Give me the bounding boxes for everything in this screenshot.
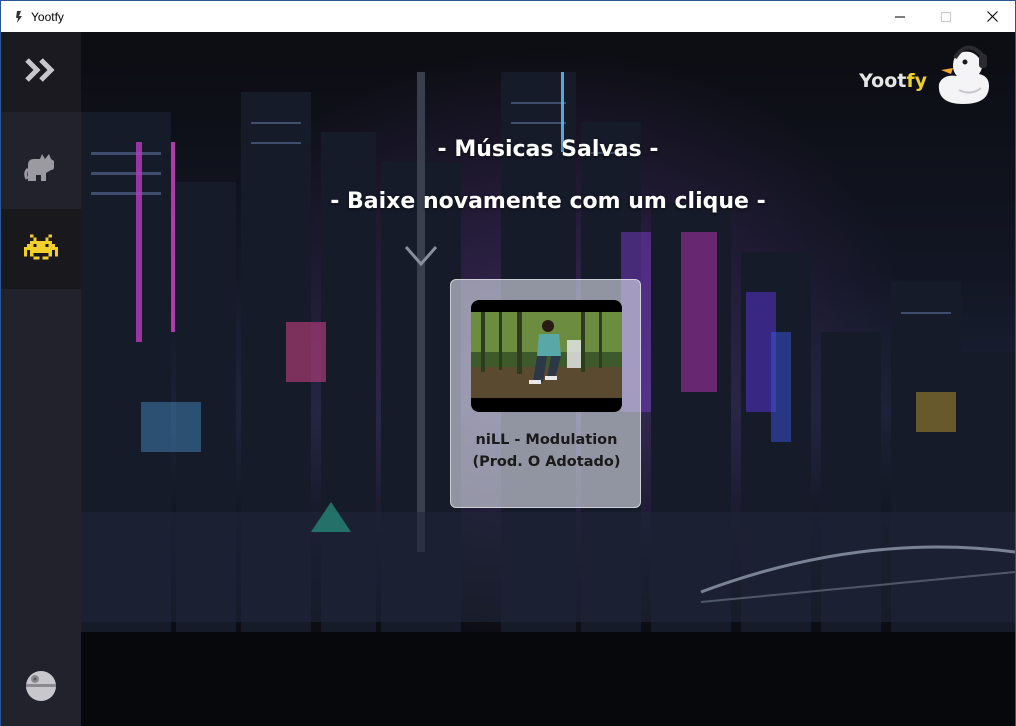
song-card[interactable]: niLL - Modulation (Prod. O Adotado) [450, 279, 641, 508]
app-content: Yootfy - Músicas Salvas - - Baixe novame… [1, 32, 1015, 726]
minimize-button[interactable] [877, 1, 923, 32]
sidebar [1, 32, 81, 726]
man-sitting-in-forest-photo [471, 312, 622, 398]
window-controls [877, 1, 1015, 32]
song-thumbnail [471, 300, 622, 412]
logo-text-part2: fy [906, 70, 927, 92]
yootfy-logo: Yootfy [859, 38, 993, 110]
duck-with-headphones-icon [933, 38, 993, 110]
double-chevron-right-icon [25, 58, 57, 86]
sidebar-item-cat[interactable] [1, 129, 81, 209]
logo-text-part1: Yoot [859, 70, 907, 92]
title-bar[interactable]: Yootfy [1, 1, 1015, 32]
page-subtitle: - Baixe novamente com um clique - [330, 189, 766, 214]
app-icon [11, 9, 27, 25]
space-invader-icon [24, 234, 58, 264]
window-title: Yootfy [31, 9, 64, 24]
maximize-button[interactable] [923, 1, 969, 32]
sidebar-item-saved[interactable] [1, 209, 81, 289]
app-window: Yootfy Yootfy - Músicas Salvas - - Baixe… [0, 0, 1016, 726]
song-title: niLL - Modulation (Prod. O Adotado) [472, 432, 621, 470]
sidebar-item-exit[interactable] [1, 650, 81, 726]
logo-text: Yootfy [859, 70, 927, 92]
page-title: - Músicas Salvas - [437, 137, 659, 162]
sidebar-toggle-button[interactable] [1, 32, 81, 112]
cat-icon [24, 151, 58, 187]
death-star-icon [24, 669, 58, 707]
close-button[interactable] [969, 1, 1015, 32]
